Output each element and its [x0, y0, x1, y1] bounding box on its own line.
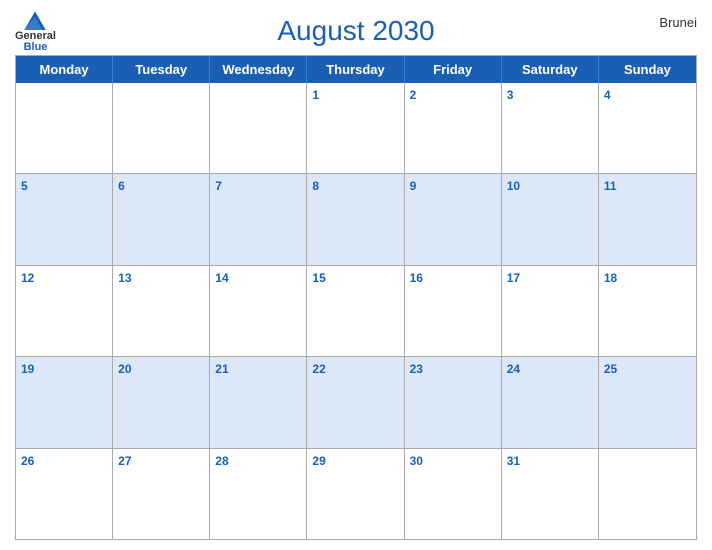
day-cell: 8: [307, 174, 404, 264]
day-cell: 17: [502, 266, 599, 356]
day-cell: 3: [502, 83, 599, 173]
day-number: 11: [604, 179, 617, 193]
week-row-4: 19 20 21 22 23 24 25: [16, 356, 696, 447]
day-number: 15: [312, 271, 325, 285]
day-cell: 19: [16, 357, 113, 447]
logo-blue: Blue: [24, 42, 48, 53]
day-cell: 6: [113, 174, 210, 264]
day-number: 2: [410, 88, 417, 102]
day-number: 17: [507, 271, 520, 285]
day-number: 7: [215, 179, 222, 193]
day-number: 27: [118, 454, 131, 468]
day-cell: 12: [16, 266, 113, 356]
day-number: 6: [118, 179, 125, 193]
day-cell: 15: [307, 266, 404, 356]
day-cell: 10: [502, 174, 599, 264]
day-cell: 31: [502, 449, 599, 539]
day-number: 21: [215, 362, 228, 376]
day-header-monday: Monday: [16, 56, 113, 83]
day-cell: [16, 83, 113, 173]
day-cell: 27: [113, 449, 210, 539]
day-cell: 22: [307, 357, 404, 447]
logo-icon: [20, 10, 50, 30]
day-number: 8: [312, 179, 319, 193]
day-cell: 14: [210, 266, 307, 356]
day-cell: 11: [599, 174, 696, 264]
day-number: 9: [410, 179, 417, 193]
day-headers: MondayTuesdayWednesdayThursdayFridaySatu…: [16, 56, 696, 83]
day-cell: 9: [405, 174, 502, 264]
day-number: 26: [21, 454, 34, 468]
day-number: 22: [312, 362, 325, 376]
day-number: 10: [507, 179, 520, 193]
day-cell: 2: [405, 83, 502, 173]
day-header-friday: Friday: [405, 56, 502, 83]
day-cell: 30: [405, 449, 502, 539]
day-cell: 29: [307, 449, 404, 539]
day-cell: 7: [210, 174, 307, 264]
day-number: 4: [604, 88, 611, 102]
day-cell: 20: [113, 357, 210, 447]
day-cell: [599, 449, 696, 539]
day-cell: 25: [599, 357, 696, 447]
day-header-tuesday: Tuesday: [113, 56, 210, 83]
day-cell: 24: [502, 357, 599, 447]
day-number: 14: [215, 271, 228, 285]
day-cell: 4: [599, 83, 696, 173]
day-cell: 28: [210, 449, 307, 539]
calendar-container: General Blue August 2030 Brunei MondayTu…: [0, 0, 712, 550]
country-label: Brunei: [659, 15, 697, 30]
day-cell: [113, 83, 210, 173]
day-number: 25: [604, 362, 617, 376]
day-header-saturday: Saturday: [502, 56, 599, 83]
day-number: 19: [21, 362, 34, 376]
day-header-thursday: Thursday: [307, 56, 404, 83]
day-cell: 5: [16, 174, 113, 264]
week-row-2: 5 6 7 8 9 10 11: [16, 173, 696, 264]
week-row-3: 12 13 14 15 16 17 18: [16, 265, 696, 356]
day-header-sunday: Sunday: [599, 56, 696, 83]
day-number: 18: [604, 271, 617, 285]
day-number: 30: [410, 454, 423, 468]
day-cell: 26: [16, 449, 113, 539]
day-number: 5: [21, 179, 28, 193]
day-number: 12: [21, 271, 34, 285]
day-number: 24: [507, 362, 520, 376]
day-number: 16: [410, 271, 423, 285]
day-cell: 23: [405, 357, 502, 447]
day-cell: 1: [307, 83, 404, 173]
week-row-5: 26 27 28 29 30 31: [16, 448, 696, 539]
day-cell: [210, 83, 307, 173]
day-number: 31: [507, 454, 520, 468]
day-number: 23: [410, 362, 423, 376]
day-header-wednesday: Wednesday: [210, 56, 307, 83]
day-cell: 16: [405, 266, 502, 356]
day-cell: 18: [599, 266, 696, 356]
day-number: 13: [118, 271, 131, 285]
day-number: 29: [312, 454, 325, 468]
day-cell: 13: [113, 266, 210, 356]
month-title: August 2030: [277, 15, 434, 47]
day-number: 20: [118, 362, 131, 376]
weeks-container: 1234567891011121314151617181920212223242…: [16, 83, 696, 539]
calendar-grid: MondayTuesdayWednesdayThursdayFridaySatu…: [15, 55, 697, 540]
calendar-header: General Blue August 2030 Brunei: [15, 10, 697, 55]
day-number: 1: [312, 88, 319, 102]
day-cell: 21: [210, 357, 307, 447]
day-number: 3: [507, 88, 514, 102]
day-number: 28: [215, 454, 228, 468]
logo: General Blue: [15, 10, 56, 53]
week-row-1: 1 2 3 4: [16, 83, 696, 173]
